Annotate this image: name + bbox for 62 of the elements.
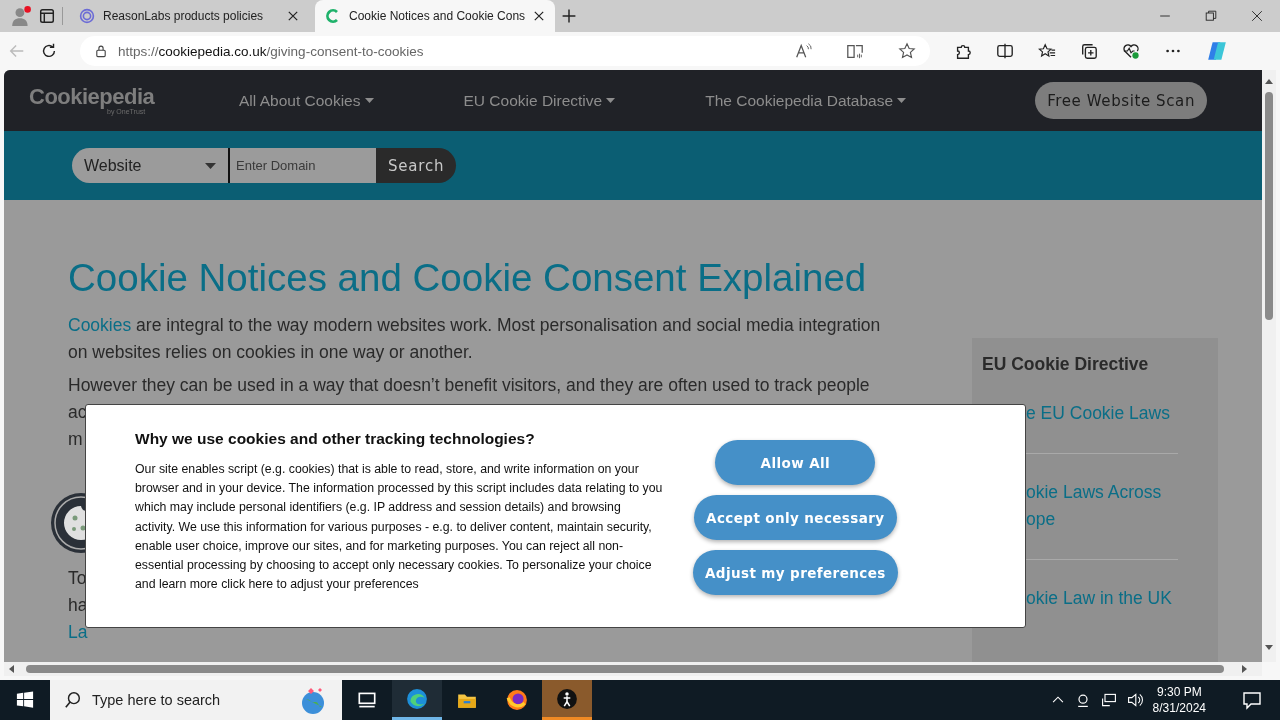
domain-field[interactable]: Enter Domain — [230, 148, 376, 183]
article-text: However they can be used in a way that doesn’t benefit visitors, and they are often used to track people — [68, 374, 870, 397]
notifications-icon[interactable] — [1242, 690, 1262, 710]
split-screen-icon[interactable] — [996, 42, 1014, 60]
star-icon[interactable] — [898, 42, 916, 60]
network-icon[interactable] — [1100, 692, 1117, 708]
extensions-icon[interactable] — [954, 42, 972, 60]
figure-icon — [556, 687, 578, 710]
dropdown-icon — [205, 162, 216, 169]
taskbar-app[interactable] — [542, 680, 592, 720]
nav-menu[interactable]: All About Cookies — [239, 91, 374, 110]
site-logo[interactable]: Cookiepedia — [29, 86, 155, 108]
clock[interactable]: 9:30 PM 8/31/2024 — [1152, 684, 1206, 716]
taskbar-app[interactable] — [392, 680, 442, 720]
sidebar-heading: EU Cookie Directive — [982, 354, 1150, 375]
article-link[interactable]: La — [68, 619, 88, 646]
scan-button[interactable]: Free Website Scan — [1035, 82, 1207, 119]
profile-icon[interactable] — [10, 5, 32, 27]
browser-tab[interactable]: ReasonLabs products policies — [69, 0, 309, 32]
nav-menu[interactable]: EU Cookie Directive — [463, 91, 616, 110]
collections-icon[interactable] — [1080, 42, 1098, 60]
read-aloud-icon[interactable] — [794, 42, 812, 60]
page-title: Cookie Notices and Cookie Consent Explained — [68, 256, 868, 300]
copilot-icon[interactable] — [1206, 40, 1228, 62]
spiral-icon[interactable] — [79, 8, 95, 24]
nav-menu[interactable]: The Cookiepedia Database — [705, 91, 907, 110]
article-text: m — [68, 428, 83, 451]
close-icon[interactable] — [533, 10, 546, 22]
consent-button[interactable]: Allow All — [715, 440, 876, 485]
taskbar-search[interactable]: Type here to search — [50, 680, 342, 720]
article-text: ac — [68, 401, 87, 424]
dialog-text: Our site enables script (e.g. cookies) that is able to read, store, and write information on your browser and in your device. The information processed by this script includes data relating to you which may include personal identifiers (e.g. IP address and session details) and browsing activity. We use this information for various purposes - e.g. to deliver content, maintain security, enable user choice, improve our sites, and for marketing purposes. You can reject all non-essential processing by choosing to accept only necessary cookies. To personalize your choice and learn more click here to adjust your preferences — [135, 461, 663, 594]
consent-button[interactable]: Adjust my preferences — [693, 550, 898, 595]
close-icon[interactable] — [1251, 10, 1263, 22]
dialog-title: Why we use cookies and other tracking technologies? — [135, 430, 535, 448]
address-bar[interactable]: https://cookiepedia.co.uk/giving-consent-to-cookies — [80, 36, 930, 66]
firefox-icon — [506, 689, 528, 711]
close-icon[interactable] — [287, 10, 299, 22]
caret-icon — [606, 98, 616, 103]
vertical-scrollbar[interactable] — [1262, 70, 1276, 662]
new-tab-icon[interactable] — [561, 8, 577, 24]
tab-actions-icon[interactable] — [38, 7, 56, 25]
caret-icon — [897, 98, 907, 103]
search-icon[interactable] — [64, 691, 82, 709]
immersive-reader-icon[interactable] — [846, 42, 864, 60]
type-select[interactable]: Website — [72, 148, 230, 183]
cookies-link[interactable]: Cookies — [68, 315, 132, 335]
browser-tab[interactable]: Cookie Notices and Cookie Cons — [315, 0, 555, 32]
lock-icon[interactable] — [94, 44, 108, 58]
intro-paragraph: Cookies are integral to the way modern websites work. Most personalisation and social media integration on websites relies on cookies in one way or another. — [68, 314, 882, 364]
url-text: https://cookiepedia.co.uk/giving-consent-to-cookies — [118, 43, 425, 59]
refresh-icon[interactable] — [40, 42, 58, 60]
favorites-icon[interactable] — [1038, 42, 1056, 60]
volume-icon[interactable] — [1126, 692, 1143, 708]
health-icon[interactable] — [1122, 42, 1140, 60]
start-icon[interactable] — [16, 691, 34, 709]
restore-icon[interactable] — [1205, 10, 1217, 22]
search-button[interactable]: Search — [376, 148, 457, 183]
horizontal-scrollbar[interactable] — [4, 662, 1262, 676]
edge-icon — [406, 687, 428, 710]
caret-icon — [364, 98, 374, 103]
consent-button[interactable]: Accept only necessary — [694, 495, 897, 540]
